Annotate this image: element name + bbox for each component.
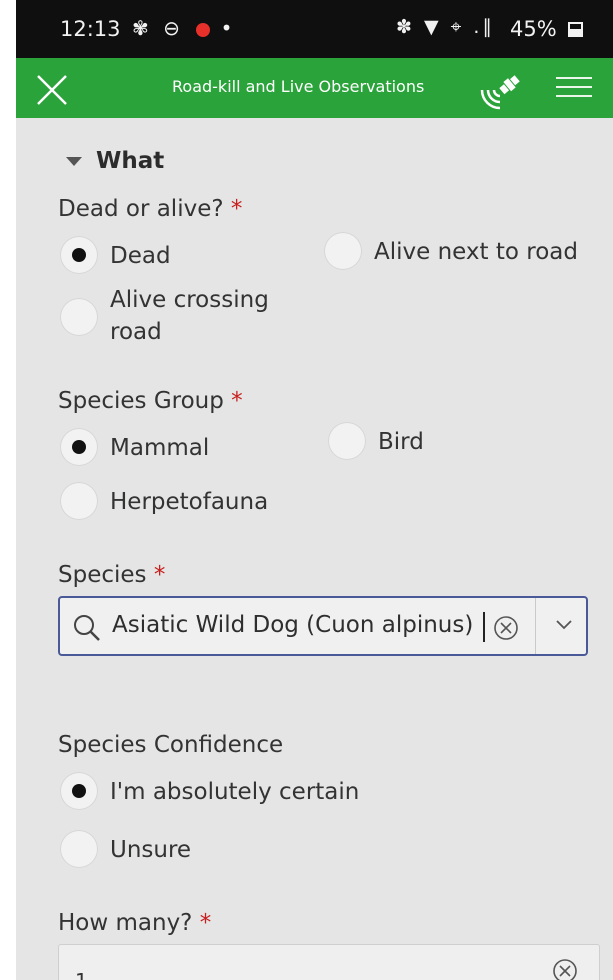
menu-icon-line [556,95,592,97]
satellite-icon [480,75,520,110]
radio-checked-icon [60,236,98,274]
battery-icon [568,22,583,37]
species-input[interactable]: Asiatic Wild Dog (Cuon alpinus) [112,612,473,638]
divider [535,598,536,654]
radio-checked-icon [60,428,98,466]
clear-icon[interactable] [551,957,579,980]
menu-icon-line [556,86,592,88]
radio-unchecked-icon [60,830,98,868]
recording-dot-icon [196,22,211,37]
menu-button[interactable] [556,70,594,106]
close-icon [37,75,67,105]
battery-percent: 45% [510,17,557,41]
app-bar: Road-kill and Live Observations [16,58,613,118]
question-label-dead-or-alive: Dead or alive? * [58,196,243,222]
section-header-what[interactable]: What [66,148,164,174]
how-many-field[interactable]: 1 [58,944,600,980]
radio-checked-icon [60,772,98,810]
radio-unchecked-icon [324,232,362,270]
how-many-input[interactable]: 1 [75,969,88,980]
gps-button[interactable] [478,68,526,110]
close-button[interactable] [32,70,72,110]
menu-icon-line [556,77,592,79]
text-caret [483,612,485,642]
notification-icons: ✾ ⊖ • [132,16,237,40]
radio-unchecked-icon [60,298,98,336]
search-icon [74,615,100,641]
system-icons: ✽ ▼ ⌖ .∥ [396,16,495,38]
phone-screen: 12:13 ✾ ⊖ • ✽ ▼ ⌖ .∥ 45% Road-kill and L… [16,0,613,980]
clear-icon[interactable] [492,614,520,642]
question-label-how-many: How many? * [58,910,212,936]
collapse-triangle-icon [66,157,82,166]
survey-form: What Dead or alive? * Dead Alive next to… [16,118,613,980]
app-title: Road-kill and Live Observations [172,77,425,96]
question-label-species: Species * [58,562,166,588]
chevron-down-icon[interactable] [554,618,574,632]
question-label-species-group: Species Group * [58,388,243,414]
status-bar: 12:13 ✾ ⊖ • ✽ ▼ ⌖ .∥ 45% [16,0,613,58]
species-combobox[interactable]: Asiatic Wild Dog (Cuon alpinus) [58,596,588,656]
status-time: 12:13 [60,17,121,41]
question-label-species-confidence: Species Confidence [58,732,284,758]
radio-unchecked-icon [60,482,98,520]
radio-unchecked-icon [328,422,366,460]
